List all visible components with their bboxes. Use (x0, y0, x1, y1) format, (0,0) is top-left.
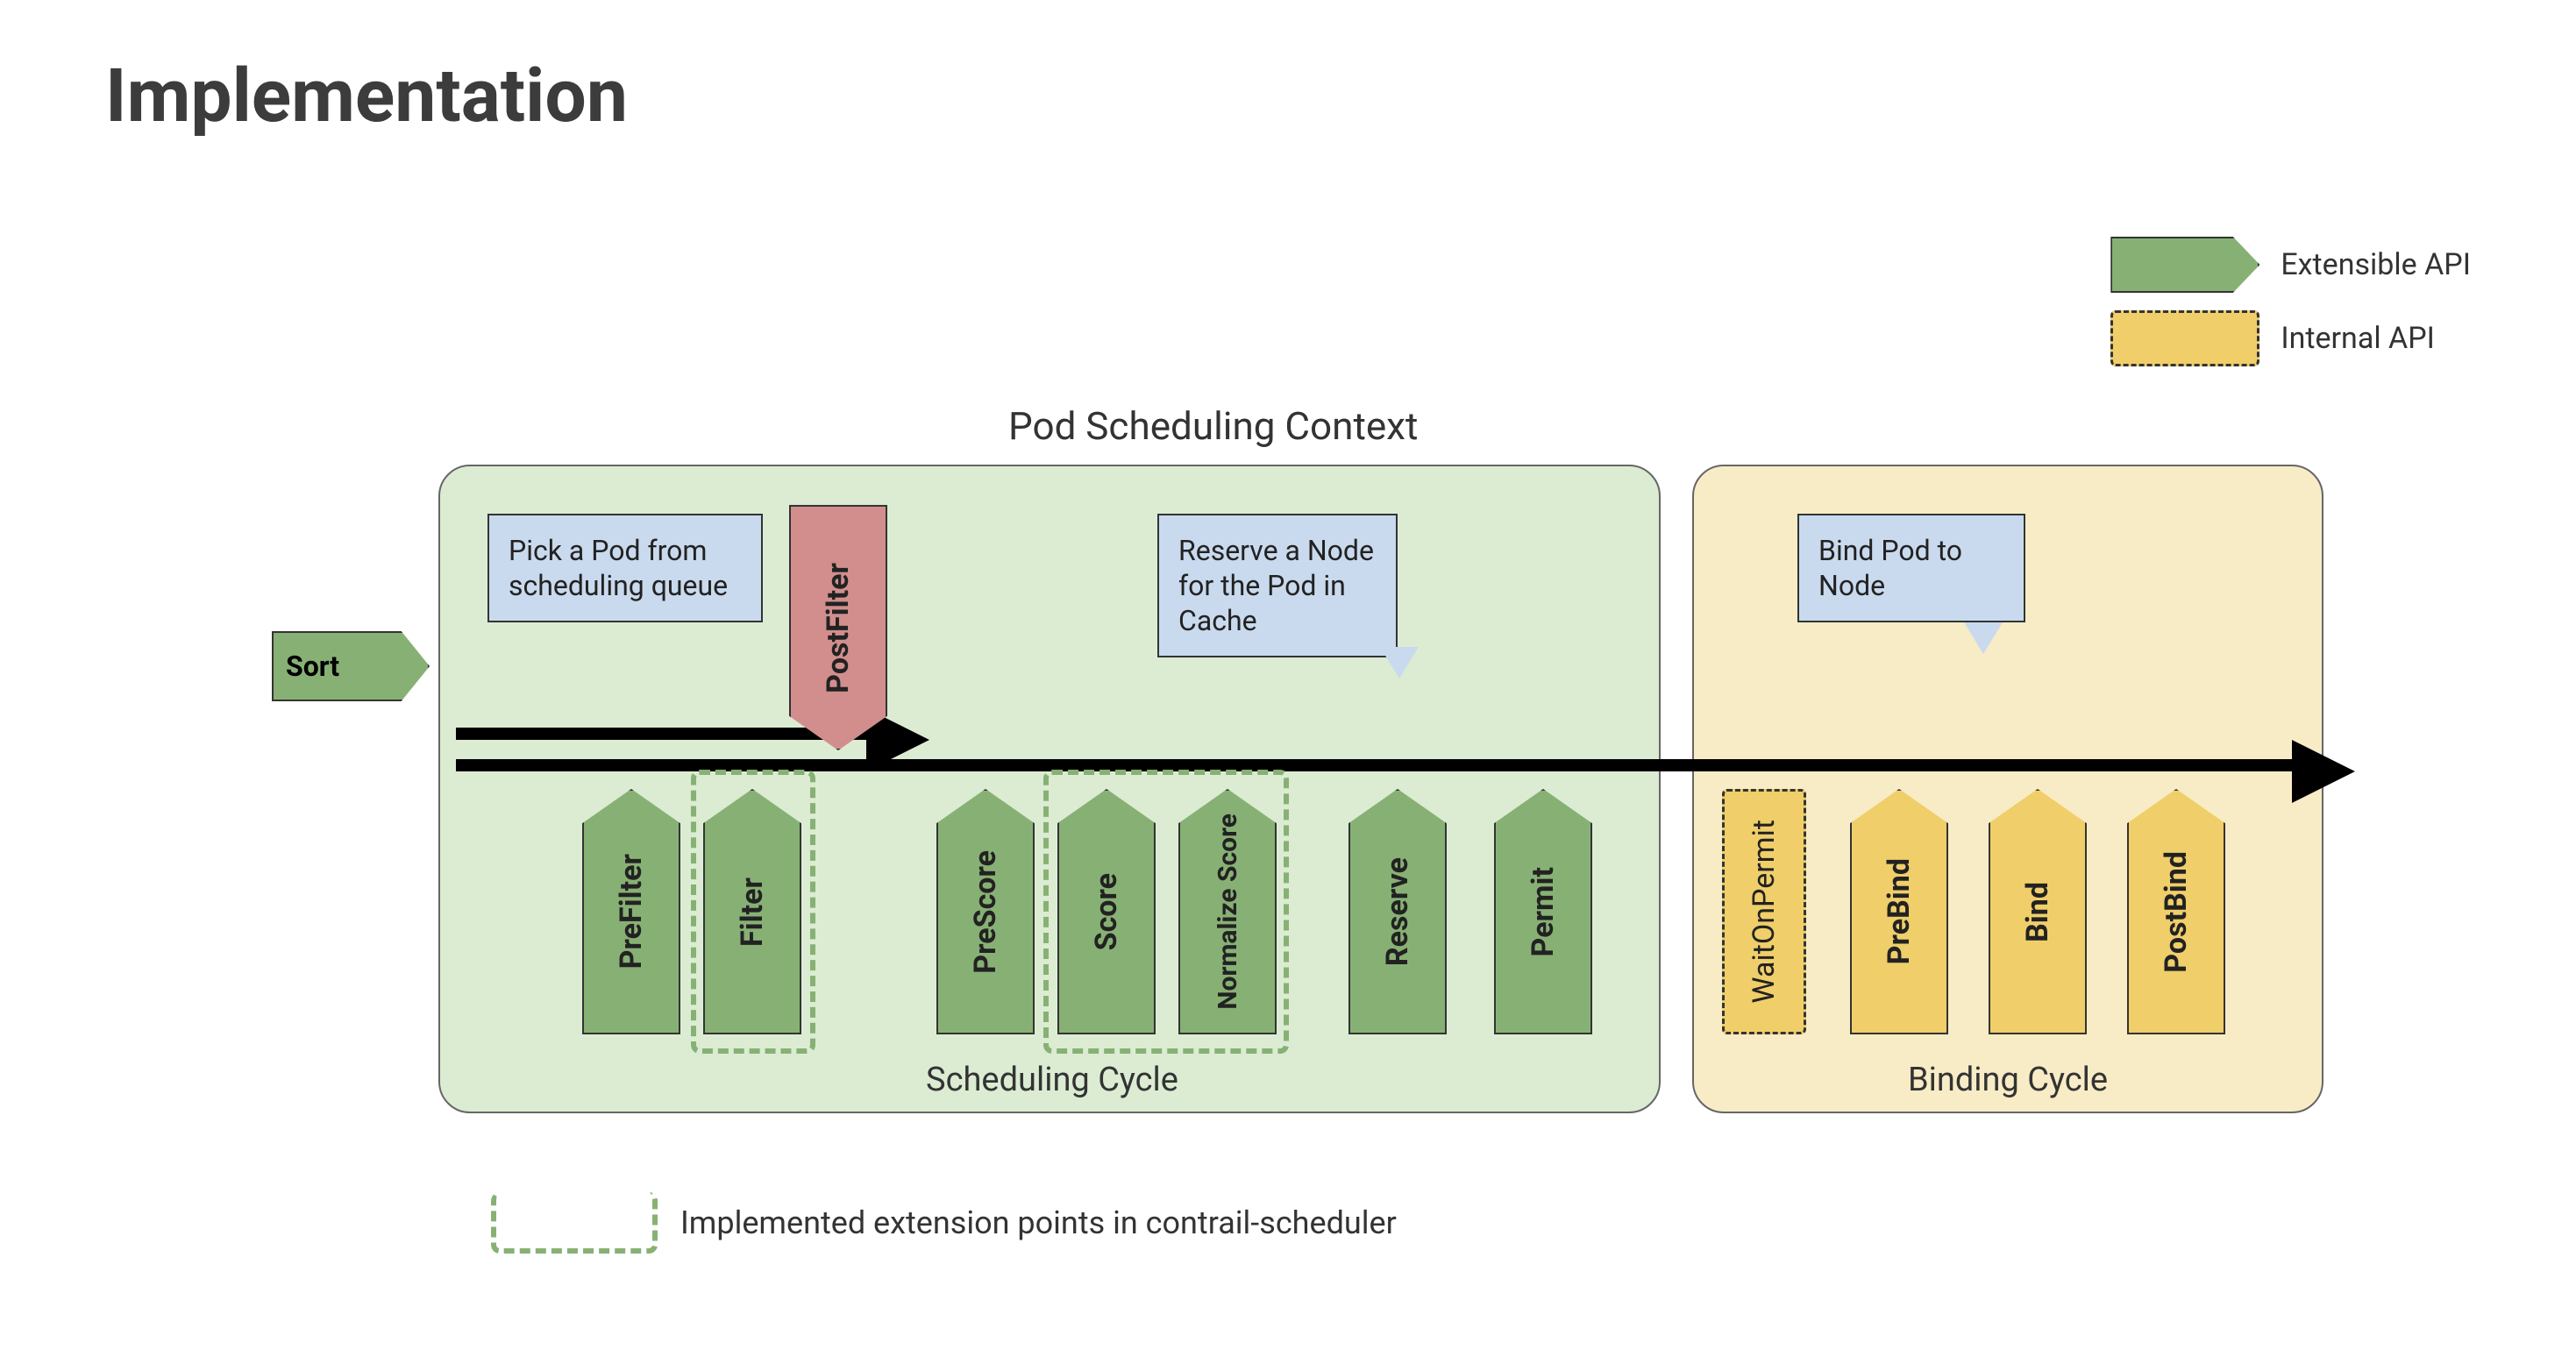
ext-filter: Filter (703, 789, 801, 1034)
ext-prescore-label: PreScore (968, 850, 1003, 974)
legend-yellow-box-icon (2110, 310, 2259, 366)
ext-prefilter: PreFilter (582, 789, 680, 1034)
legend-extensible-label: Extensible API (2281, 247, 2471, 282)
ext-wait-on-permit-label: WaitOnPermit (1747, 820, 1782, 1004)
ext-wait-on-permit: WaitOnPermit (1722, 789, 1806, 1034)
ext-score: Score (1057, 789, 1156, 1034)
ext-bind: Bind (1989, 789, 2087, 1034)
context-title: Pod Scheduling Context (1008, 403, 1418, 449)
flow-bar-top (456, 728, 868, 740)
ext-score-label: Score (1089, 873, 1124, 950)
ext-reserve: Reserve (1348, 789, 1447, 1034)
ext-permit-label: Permit (1526, 867, 1561, 956)
legend-extensible: Extensible API (2110, 237, 2471, 293)
scheduling-cycle-label: Scheduling Cycle (903, 1061, 1201, 1099)
legend-internal: Internal API (2110, 310, 2471, 366)
legend-internal-label: Internal API (2281, 321, 2435, 356)
ext-postbind-label: PostBind (2159, 851, 2194, 973)
ext-prescore: PreScore (936, 789, 1035, 1034)
ext-prefilter-label: PreFilter (614, 854, 649, 969)
ext-permit: Permit (1494, 789, 1592, 1034)
ext-postbind: PostBind (2127, 789, 2225, 1034)
ext-bind-label: Bind (2020, 882, 2055, 942)
ext-reserve-label: Reserve (1380, 857, 1415, 966)
legend: Extensible API Internal API (2110, 237, 2471, 366)
implemented-label: Implemented extension points in contrail… (680, 1204, 1397, 1241)
ext-prebind-label: PreBind (1882, 858, 1917, 964)
ext-postfilter-label: PostFilter (821, 563, 856, 693)
callout-bind-tail (1964, 622, 2003, 654)
callout-reserve-tail (1380, 647, 1419, 678)
legend-green-arrow-icon (2110, 237, 2259, 293)
ext-postfilter: PostFilter (789, 505, 887, 750)
ext-prebind: PreBind (1850, 789, 1948, 1034)
flow-arrow-main (2292, 740, 2355, 803)
ext-filter-label: Filter (735, 877, 770, 947)
dashed-swatch-icon (491, 1192, 658, 1254)
callout-pick: Pick a Pod from scheduling queue (487, 514, 763, 622)
ext-normalize-score: Normalize Score (1178, 789, 1277, 1034)
ext-normalize-score-label: Normalize Score (1213, 813, 1243, 1010)
implemented-legend: Implemented extension points in contrail… (491, 1192, 1397, 1254)
sort-arrow: Sort (272, 631, 430, 701)
sort-label: Sort (286, 650, 339, 683)
binding-cycle-label: Binding Cycle (1894, 1061, 2122, 1099)
callout-reserve: Reserve a Node for the Pod in Cache (1157, 514, 1398, 657)
page-title: Implementation (105, 53, 628, 139)
callout-bind: Bind Pod to Node (1797, 514, 2025, 622)
